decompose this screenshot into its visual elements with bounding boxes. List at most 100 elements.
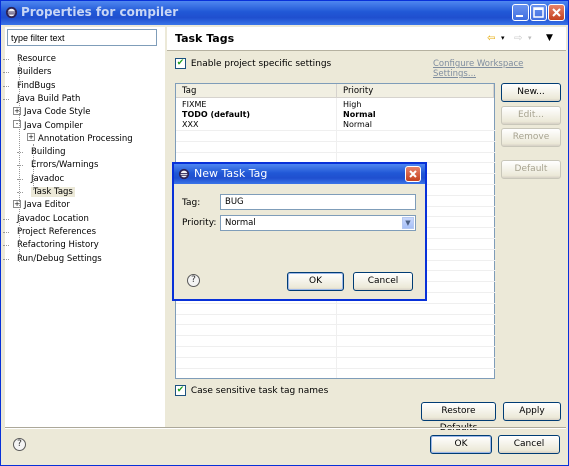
tree-item[interactable]: Project References bbox=[17, 226, 96, 239]
close-icon bbox=[409, 170, 417, 178]
forward-menu-icon[interactable]: ▾ bbox=[528, 34, 532, 42]
tree-item[interactable]: Javadoc Location bbox=[17, 213, 89, 226]
tree-item[interactable]: Refactoring History bbox=[17, 239, 99, 252]
enable-checkbox[interactable]: ✔ bbox=[175, 58, 186, 69]
cancel-button[interactable]: Cancel bbox=[498, 435, 560, 454]
tree-item[interactable]: FindBugs bbox=[17, 80, 55, 93]
tree-item-label: Javadoc bbox=[31, 173, 65, 184]
new-button[interactable]: New... bbox=[501, 83, 561, 102]
tree-item-label: Errors/Warnings bbox=[31, 160, 99, 171]
tree-item[interactable]: + Java Editor bbox=[13, 199, 70, 212]
tag-input[interactable]: BUG bbox=[220, 194, 416, 210]
tree-item[interactable]: Task Tags bbox=[31, 186, 75, 199]
table-row[interactable]: FIXME High bbox=[176, 100, 496, 110]
cancel-label: Cancel bbox=[513, 439, 545, 449]
tree-item[interactable]: Errors/Warnings bbox=[31, 159, 98, 172]
eclipse-icon bbox=[5, 6, 18, 19]
maximize-icon bbox=[533, 7, 544, 18]
tree-item-label: Annotation Processing bbox=[38, 133, 133, 144]
tree-item-label: Java Build Path bbox=[17, 93, 81, 104]
tree-connector bbox=[3, 258, 9, 260]
ok-button[interactable]: OK bbox=[430, 435, 492, 454]
table-gridline bbox=[176, 335, 496, 337]
enable-project-settings[interactable]: ✔ Enable project specific settings bbox=[175, 58, 331, 69]
footer-separator bbox=[5, 427, 566, 429]
table-gridline bbox=[176, 367, 496, 369]
tree-connector bbox=[3, 72, 9, 74]
tree-item-label: Project References bbox=[17, 226, 97, 237]
default-button[interactable]: Default bbox=[501, 160, 561, 179]
priority-label: Priority: bbox=[182, 218, 217, 228]
dialog-cancel-button[interactable]: Cancel bbox=[353, 272, 413, 291]
tree-item-label: Refactoring History bbox=[17, 240, 99, 251]
dialog-ok-button[interactable]: OK bbox=[287, 272, 344, 291]
table-gridline bbox=[176, 356, 496, 358]
tree-connector bbox=[3, 231, 9, 233]
tree-connector bbox=[17, 192, 23, 193]
tree-item-label: Task Tags bbox=[31, 187, 75, 197]
table-gridline bbox=[176, 151, 496, 153]
view-menu-icon[interactable]: ▼ bbox=[546, 33, 553, 43]
tree-item[interactable]: - Java Compiler bbox=[13, 120, 83, 133]
tree-item[interactable]: Run/Debug Settings bbox=[17, 253, 102, 266]
tree-item[interactable]: Resource bbox=[17, 53, 56, 66]
priority-cell: High bbox=[343, 100, 362, 109]
tree-connector bbox=[33, 144, 34, 190]
close-button[interactable] bbox=[548, 4, 565, 21]
tag-cell: TODO (default) bbox=[182, 110, 251, 119]
tree-item[interactable]: Java Build Path bbox=[17, 93, 80, 106]
tree-connector bbox=[3, 59, 9, 60]
minimize-button[interactable] bbox=[512, 4, 529, 21]
remove-button[interactable]: Remove bbox=[501, 128, 561, 147]
help-icon[interactable]: ? bbox=[13, 438, 26, 451]
table-row[interactable]: TODO (default) Normal bbox=[176, 110, 496, 120]
maximize-button[interactable] bbox=[530, 4, 547, 21]
table-gridline bbox=[176, 130, 496, 131]
new-button-label: New... bbox=[517, 87, 545, 97]
back-arrow-icon[interactable]: ⇦ bbox=[487, 33, 495, 44]
tree-item-label: Java Compiler bbox=[24, 120, 83, 131]
tree-connector bbox=[3, 85, 9, 87]
tag-cell: FIXME bbox=[182, 100, 207, 109]
table-gridline bbox=[176, 324, 496, 326]
title-bar[interactable]: Properties for compiler bbox=[1, 1, 568, 25]
table-row[interactable]: XXX Normal bbox=[176, 120, 496, 130]
tree-item-label: Resource bbox=[17, 54, 56, 64]
dialog-title: New Task Tag bbox=[194, 167, 268, 180]
priority-cell: Normal bbox=[343, 120, 372, 129]
back-menu-icon[interactable]: ▾ bbox=[501, 34, 505, 42]
case-sensitive-option[interactable]: ✔ Case sensitive task tag names bbox=[175, 385, 328, 396]
forward-arrow-icon[interactable]: ⇨ bbox=[514, 33, 522, 44]
priority-value: Normal bbox=[225, 218, 256, 228]
case-sensitive-checkbox[interactable]: ✔ bbox=[175, 385, 186, 396]
dialog-help-icon[interactable]: ? bbox=[187, 274, 200, 287]
configure-workspace-link[interactable]: Configure Workspace Settings... bbox=[433, 59, 568, 79]
table-gridline bbox=[176, 140, 496, 142]
edit-button-label: Edit... bbox=[517, 110, 544, 120]
tree-item[interactable]: Builders bbox=[17, 66, 52, 79]
chevron-down-icon[interactable]: ▼ bbox=[402, 217, 414, 229]
priority-select[interactable]: Normal ▼ bbox=[220, 215, 416, 231]
restore-defaults-button[interactable]: Restore Defaults bbox=[421, 402, 496, 433]
dialog-close-button[interactable] bbox=[405, 166, 421, 182]
apply-label: Apply bbox=[519, 406, 545, 416]
minimize-icon bbox=[516, 15, 523, 17]
tree-item-label: Builders bbox=[17, 67, 52, 78]
expand-icon[interactable]: + bbox=[27, 133, 35, 142]
column-header-tag[interactable]: Tag bbox=[176, 84, 337, 98]
dialog-title-bar[interactable]: New Task Tag bbox=[174, 164, 425, 184]
tree-item[interactable]: + Java Code Style bbox=[13, 106, 90, 119]
enable-label: Enable project specific settings bbox=[190, 59, 332, 69]
apply-button[interactable]: Apply bbox=[503, 402, 561, 421]
edit-button[interactable]: Edit... bbox=[501, 106, 561, 125]
page-title: Task Tags bbox=[175, 32, 235, 45]
column-header-priority[interactable]: Priority bbox=[337, 84, 494, 98]
tree-item[interactable]: Javadoc bbox=[31, 173, 64, 186]
tree-item[interactable]: + Annotation Processing bbox=[27, 133, 133, 146]
table-gridline bbox=[176, 302, 496, 304]
filter-input[interactable] bbox=[7, 29, 157, 46]
tree-item[interactable]: Building bbox=[31, 146, 65, 159]
remove-button-label: Remove bbox=[512, 132, 550, 142]
tag-label: Tag: bbox=[182, 198, 201, 208]
tree-connector bbox=[17, 152, 23, 154]
